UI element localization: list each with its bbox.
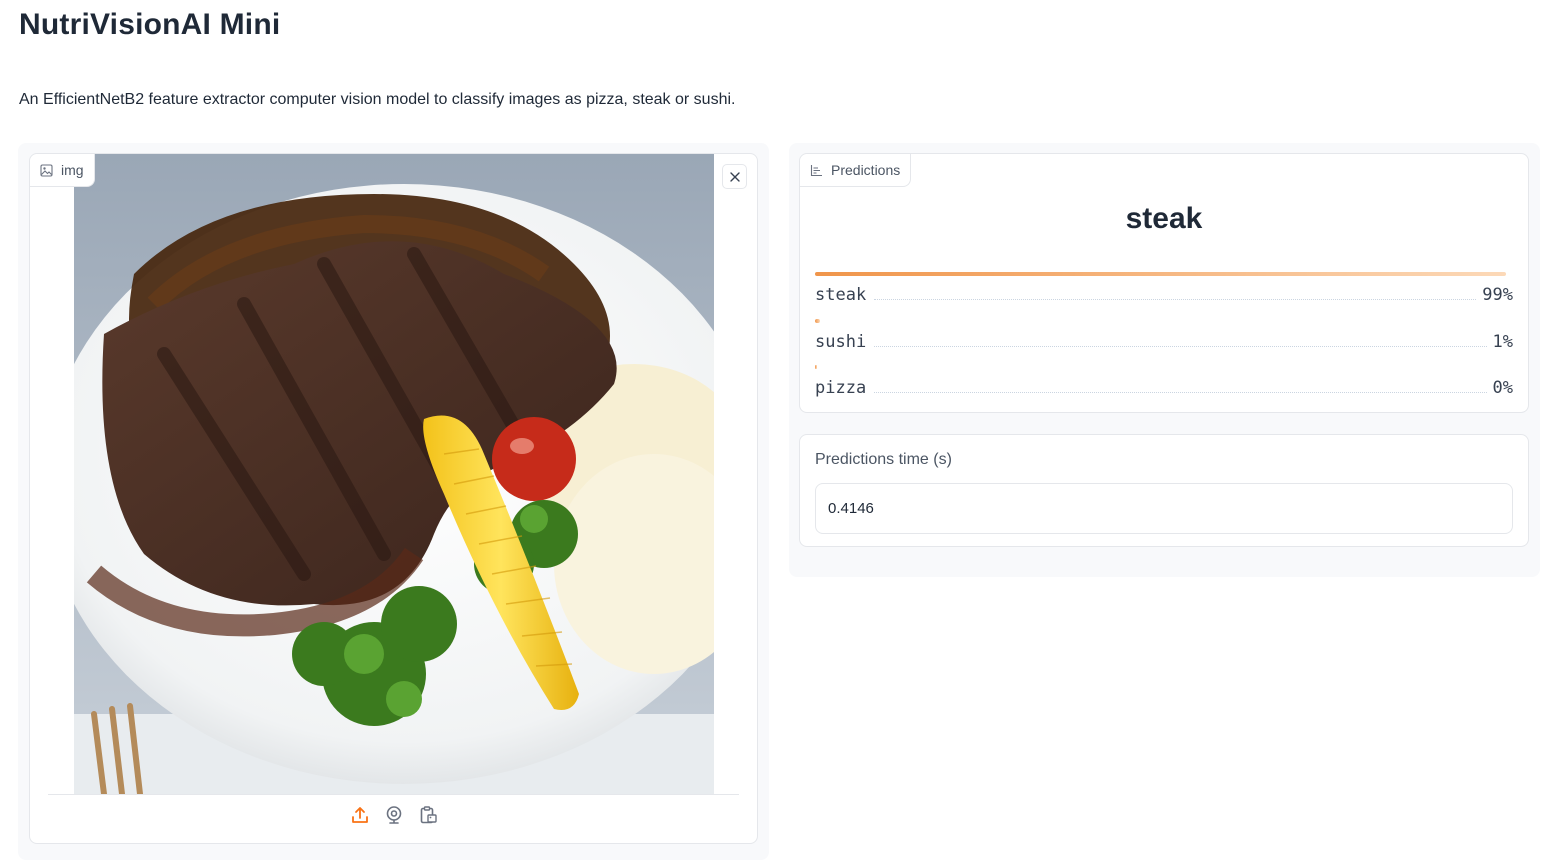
clipboard-icon (418, 805, 438, 830)
confidence-item: steak 99% (815, 272, 1513, 319)
predictions-block: Predictions steak steak 99% sushi 1% piz… (799, 153, 1529, 413)
image-label-text: img (61, 162, 84, 178)
confidence-value: 99% (1482, 285, 1513, 305)
output-column: Predictions steak steak 99% sushi 1% piz… (789, 143, 1540, 577)
image-source-toolbar (30, 805, 757, 830)
uploaded-food-image (74, 154, 714, 794)
close-icon (729, 169, 740, 185)
confidence-dots (874, 299, 1477, 300)
upload-button[interactable] (349, 806, 371, 828)
confidence-list: steak 99% sushi 1% pizza 0% (815, 272, 1513, 412)
clipboard-button[interactable] (417, 805, 439, 830)
confidence-value: 1% (1492, 331, 1513, 352)
predictions-label-text: Predictions (831, 162, 901, 178)
predictions-block-label: Predictions (800, 154, 912, 187)
webcam-button[interactable] (383, 805, 405, 830)
confidence-item: pizza 0% (815, 365, 1513, 412)
confidence-dots (874, 392, 1487, 393)
bar-chart-icon (810, 164, 823, 177)
image-icon (40, 163, 53, 177)
confidence-bar (815, 272, 1507, 276)
image-block-label: img (30, 154, 95, 187)
app-title: NutriVisionAI Mini (19, 8, 281, 41)
confidence-bar (815, 365, 817, 369)
webcam-icon (384, 805, 404, 830)
app-description: An EfficientNetB2 feature extractor comp… (19, 91, 736, 108)
prediction-time-label: Predictions time (s) (815, 451, 952, 468)
clear-image-button[interactable] (722, 164, 747, 189)
confidence-bar (815, 318, 820, 323)
image-divider (48, 794, 739, 795)
confidence-dots (874, 345, 1487, 347)
confidence-item: sushi 1% (815, 318, 1513, 366)
confidence-label: sushi (815, 331, 867, 352)
confidence-label: steak (815, 285, 867, 305)
top-prediction: steak (1125, 202, 1203, 235)
prediction-time-field[interactable]: 0.4146 (815, 483, 1513, 534)
prediction-time-block: Predictions time (s) 0.4146 (799, 434, 1529, 547)
confidence-label: pizza (815, 378, 867, 398)
image-input-block[interactable]: img (29, 153, 758, 844)
confidence-value: 0% (1492, 378, 1513, 398)
input-column: img (18, 143, 769, 860)
upload-icon (350, 805, 370, 830)
